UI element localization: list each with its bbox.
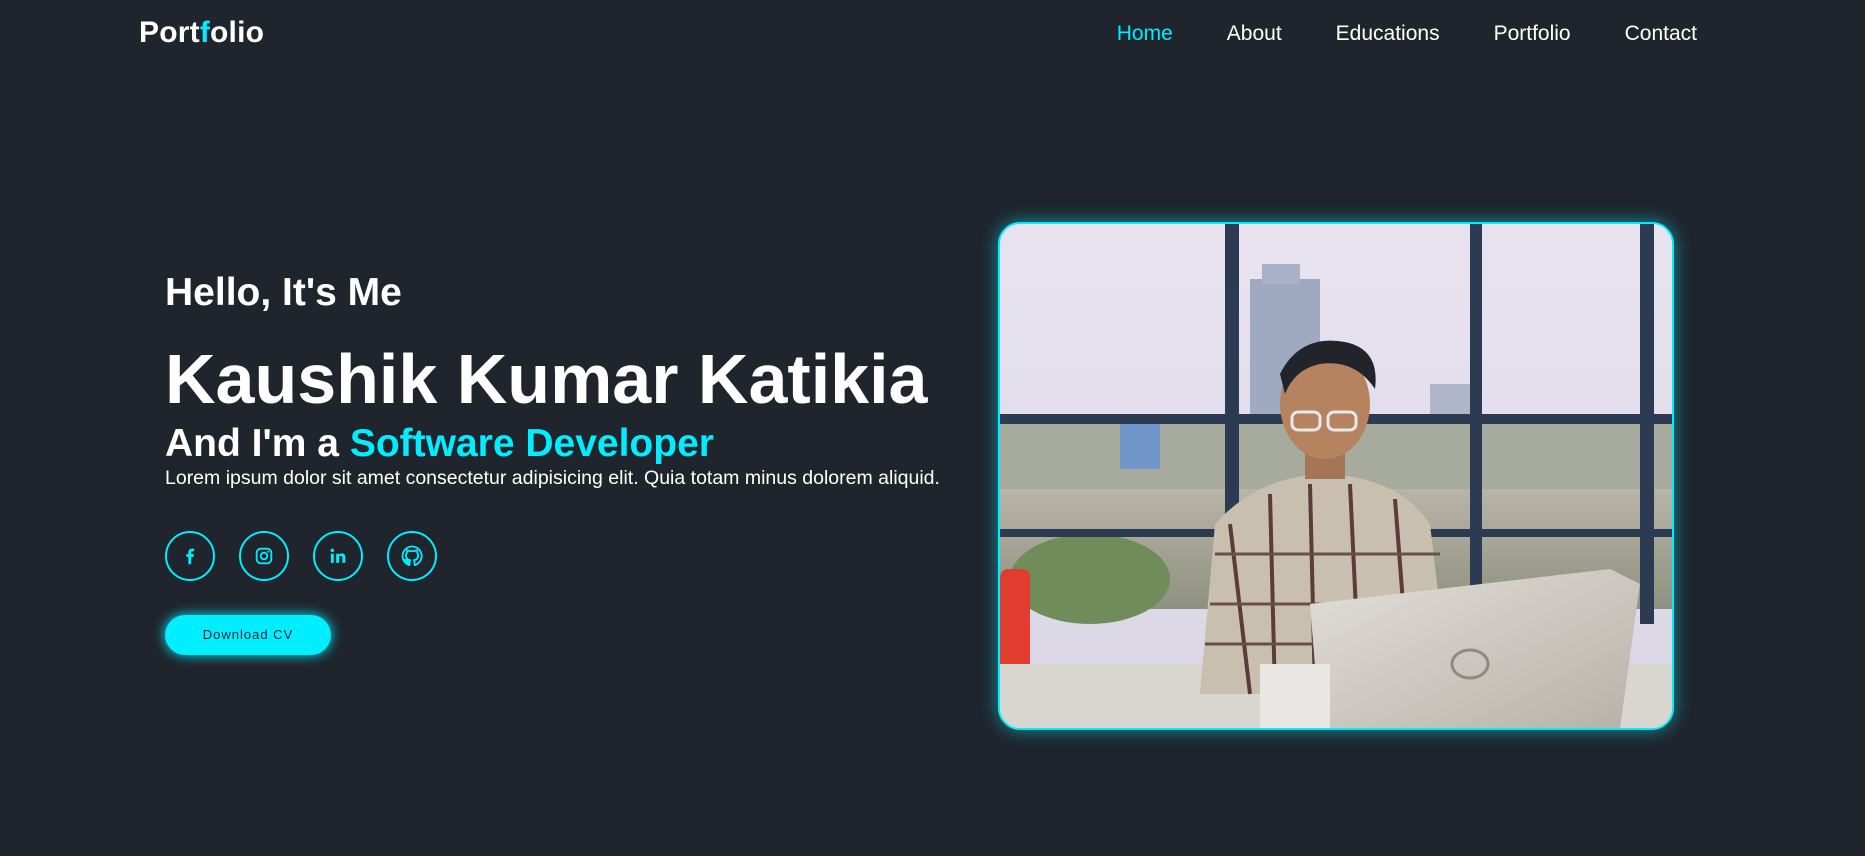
social-links — [165, 530, 985, 581]
logo[interactable]: Portfolio — [139, 16, 264, 50]
hero-name: Kaushik Kumar Katikia — [165, 339, 928, 418]
hero-role-highlight: Software Developer — [349, 422, 714, 466]
profile-photo — [998, 222, 1674, 730]
hero-role: And I'm a Software Developer — [165, 422, 985, 466]
facebook-icon — [179, 545, 201, 567]
nav-link-contact[interactable]: Contact — [1625, 22, 1697, 46]
nav-link-about[interactable]: About — [1227, 22, 1282, 46]
logo-text-accent: f — [199, 16, 211, 49]
nav-link-educations[interactable]: Educations — [1336, 22, 1440, 46]
main-nav: Home About Educations Portfolio Contact — [1063, 22, 1697, 46]
site-header: Portfolio Home About Educations Portfoli… — [0, 0, 1865, 70]
hero-role-prefix: And I'm a — [165, 422, 339, 466]
hero-description: Lorem ipsum dolor sit amet consectetur a… — [165, 467, 940, 490]
linkedin-link[interactable] — [313, 530, 363, 581]
logo-text-end: olio — [210, 16, 265, 49]
profile-photo-illustration — [1000, 224, 1672, 728]
instagram-link[interactable] — [239, 530, 289, 581]
linkedin-icon — [327, 545, 349, 567]
nav-link-home[interactable]: Home — [1117, 22, 1173, 46]
instagram-icon — [253, 545, 275, 567]
facebook-link[interactable] — [165, 530, 215, 581]
download-cv-button[interactable]: Download CV — [165, 614, 331, 655]
logo-text-start: Port — [139, 16, 200, 49]
hero-greeting: Hello, It's Me — [165, 271, 402, 314]
github-link[interactable] — [387, 530, 437, 581]
hero-content: Hello, It's Me Kaushik Kumar Katikia And… — [165, 270, 985, 655]
github-icon — [400, 544, 424, 568]
nav-link-portfolio[interactable]: Portfolio — [1494, 22, 1571, 46]
